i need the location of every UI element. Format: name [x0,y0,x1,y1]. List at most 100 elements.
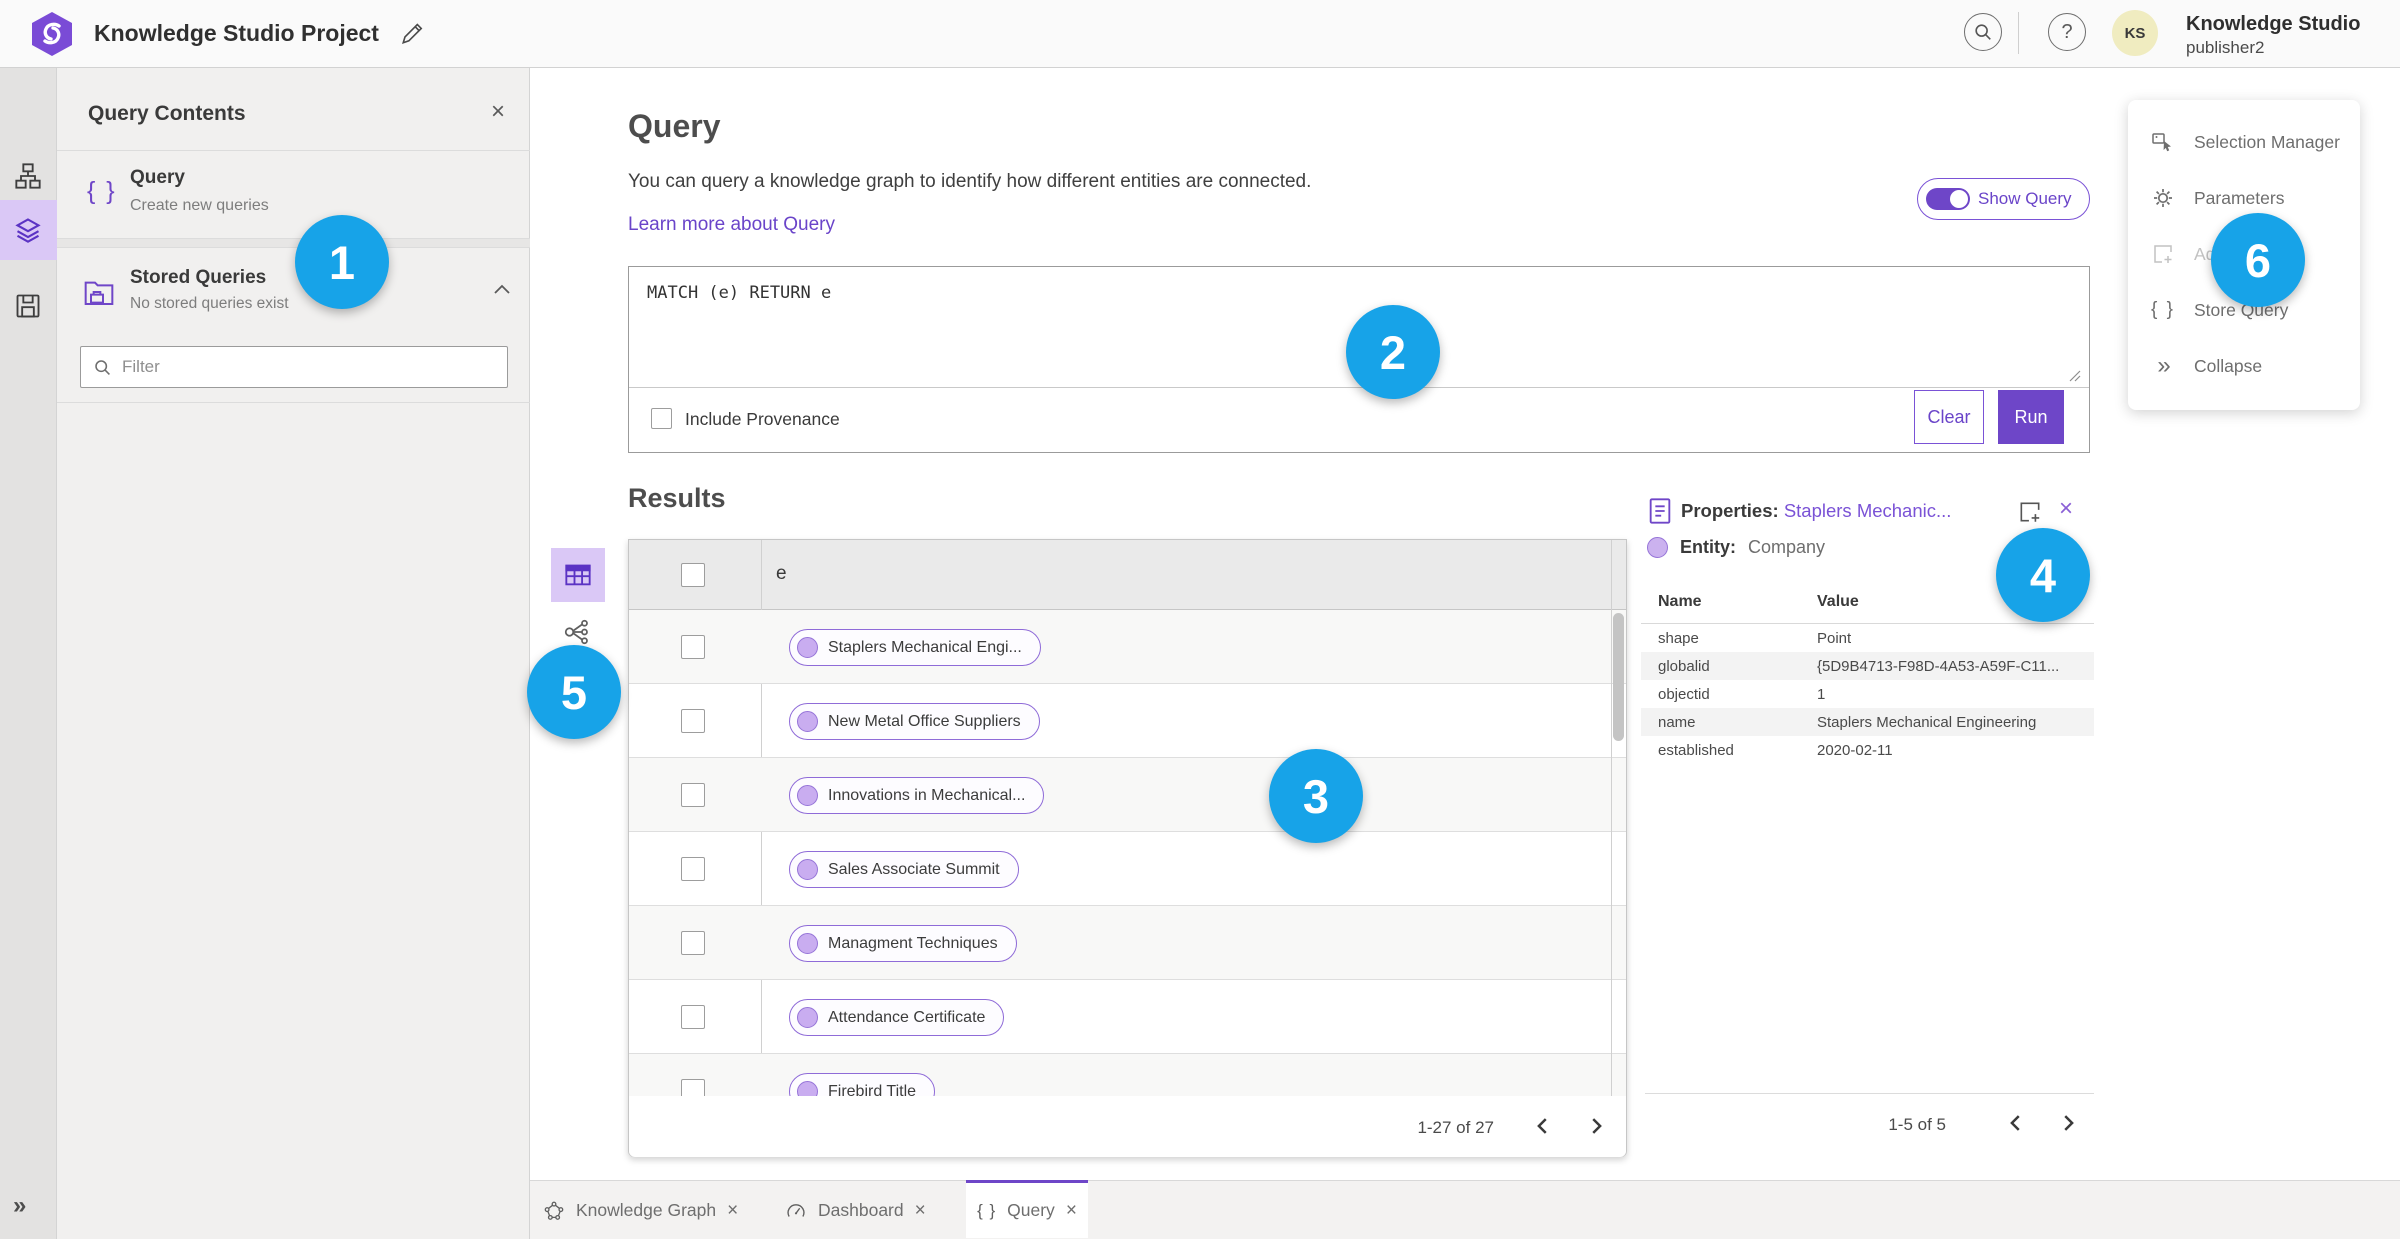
properties-page-range: 1-5 of 5 [1888,1115,1946,1134]
tab-close-icon[interactable]: × [1066,1200,1077,1222]
query-contents-panel: Query Contents × { } Query Create new qu… [57,68,530,1239]
link-chart-icon [562,618,592,646]
row-checkbox[interactable] [681,709,705,733]
row-checkbox[interactable] [681,783,705,807]
show-query-toggle[interactable]: Show Query [1917,178,2090,220]
collapse-item[interactable]: » Collapse [2128,338,2360,394]
stored-queries-description: No stored queries exist [130,295,289,312]
save-icon[interactable] [14,292,42,320]
results-scrollbar[interactable] [1613,613,1624,741]
entity-pill[interactable]: Sales Associate Summit [789,851,1019,888]
row-checkbox[interactable] [681,635,705,659]
property-row: name Staplers Mechanical Engineering [1641,708,2094,736]
results-title: Results [628,483,726,513]
tab-dashboard[interactable]: Dashboard × [785,1181,926,1239]
prev-page-icon[interactable] [1532,1115,1558,1141]
toggle-knob [1950,190,1968,208]
add-to-map-icon[interactable] [2017,499,2043,525]
entity-pill[interactable]: New Metal Office Suppliers [789,703,1040,740]
value-column-header: Value [1817,593,1859,610]
help-button[interactable]: ? [2048,13,2086,51]
gauge-icon [785,1200,807,1222]
include-provenance-checkbox[interactable] [651,408,672,429]
expand-rail-icon[interactable]: » [13,1192,43,1219]
results-column-header: e [776,563,787,584]
header-divider [2018,12,2019,54]
close-properties-icon[interactable]: × [2059,495,2073,523]
callout-2: 2 [1346,305,1440,399]
selection-manager-icon [2150,129,2176,155]
tab-close-icon[interactable]: × [915,1200,926,1222]
next-page-icon[interactable] [1585,1115,1611,1141]
row-checkbox[interactable] [681,931,705,955]
account-role: publisher2 [2186,38,2265,57]
run-button[interactable]: Run [1998,390,2064,444]
callout-1: 1 [295,215,389,309]
project-hierarchy-icon[interactable] [14,162,42,190]
entity-dot-icon [797,637,818,658]
search-button[interactable] [1964,13,2002,51]
include-provenance-label: Include Provenance [685,409,840,429]
panel-title: Query Contents [88,102,246,125]
query-editor-input[interactable]: MATCH (e) RETURN e [647,283,831,303]
row-checkbox[interactable] [681,1079,705,1096]
entity-dot-icon [797,859,818,880]
collapse-chevrons-icon: » [2157,352,2170,379]
page-title: Query [628,108,721,144]
avatar[interactable]: KS [2112,10,2158,56]
show-query-label: Show Query [1978,189,2072,208]
top-bar: Knowledge Studio Project ? KS Knowledge … [0,0,2400,68]
learn-more-link[interactable]: Learn more about Query [628,214,835,236]
row-checkbox[interactable] [681,1005,705,1029]
sidebar-item-stored-queries[interactable]: Stored Queries No stored queries exist [57,249,530,344]
entity-pill[interactable]: Managment Techniques [789,925,1017,962]
results-rows: Staplers Mechanical Engi... New Metal Of… [629,610,1626,1096]
properties-entity-link[interactable]: Staplers Mechanic... [1784,500,1952,521]
property-row: globalid {5D9B4713-F98D-4A53-A59F-C11... [1641,652,2094,680]
prev-page-icon[interactable] [2005,1112,2031,1138]
app-logo-icon[interactable] [28,10,76,58]
graph-view-button[interactable] [562,618,592,646]
left-rail: » [0,68,57,1239]
clear-button[interactable]: Clear [1914,390,1984,444]
property-row: shape Point [1658,629,1852,647]
project-title: Knowledge Studio Project [94,20,379,46]
filter-field[interactable] [80,346,508,388]
entity-pill[interactable]: Staplers Mechanical Engi... [789,629,1041,666]
entity-pill[interactable]: Firebird Title [789,1073,936,1096]
selection-manager-item[interactable]: Selection Manager [2128,114,2360,170]
tab-knowledge-graph[interactable]: Knowledge Graph × [543,1181,738,1239]
panel-close-icon[interactable]: × [491,98,505,126]
select-all-checkbox[interactable] [681,563,705,587]
table-row: Firebird Title [629,1054,1626,1096]
row-checkbox[interactable] [681,857,705,881]
filter-input[interactable] [122,357,462,377]
callout-6: 6 [2211,213,2305,307]
table-view-button[interactable] [551,548,605,602]
stored-queries-label: Stored Queries [130,267,267,288]
entity-pill[interactable]: Attendance Certificate [789,999,1005,1036]
gear-icon [2150,185,2176,211]
entity-pill[interactable]: Innovations in Mechanical... [789,777,1045,814]
chevron-up-icon[interactable] [493,283,511,295]
next-page-icon[interactable] [2057,1112,2083,1138]
tab-query-active[interactable]: { } Query × [966,1180,1088,1238]
layers-icon[interactable] [14,216,42,244]
entity-type-row: Entity: Company [1647,537,1825,558]
callout-4: 4 [1996,528,2090,622]
sidebar-item-query[interactable]: { } Query Create new queries [57,151,530,238]
account-info[interactable]: Knowledge Studio publisher2 [2186,12,2360,58]
tab-close-icon[interactable]: × [727,1200,738,1222]
entity-dot-icon [797,711,818,732]
toggle-track [1926,188,1970,210]
braces-icon: { } [977,1200,997,1220]
properties-title: Properties: Staplers Mechanic... [1681,500,1952,521]
resize-handle[interactable] [2069,370,2081,382]
table-row: Attendance Certificate [629,980,1626,1054]
question-icon: ? [2061,20,2073,43]
section-divider [57,238,530,248]
edit-title-icon[interactable] [400,20,426,46]
results-page-range: 1-27 of 27 [1417,1118,1494,1137]
results-table-header: e [629,540,1626,610]
entity-dot-icon [797,785,818,806]
